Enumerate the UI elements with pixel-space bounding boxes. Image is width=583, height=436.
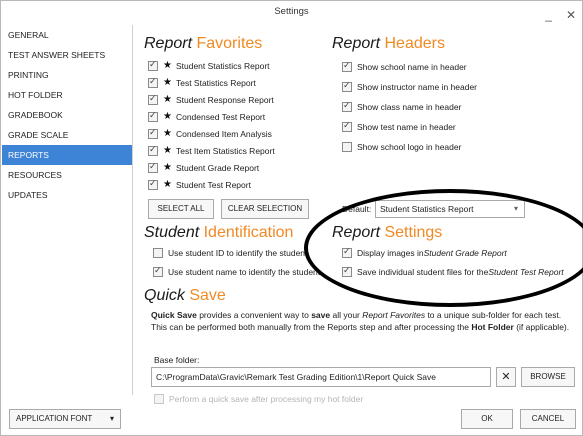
close-button[interactable]: ✕ — [566, 4, 576, 26]
favorite-item[interactable]: ★Test Statistics Report — [148, 74, 256, 91]
header-option[interactable]: Show instructor name in header — [342, 78, 477, 95]
base-folder-input[interactable]: C:\ProgramData\Gravic\Remark Test Gradin… — [151, 367, 491, 387]
cancel-button[interactable]: CANCEL — [520, 409, 576, 429]
sidebar-item-grade-scale[interactable]: GRADE SCALE — [2, 125, 132, 145]
header-option[interactable]: Show school logo in header — [342, 138, 461, 155]
favorite-item[interactable]: ★Condensed Item Analysis — [148, 125, 272, 142]
auto-quick-save-checkbox[interactable] — [154, 393, 164, 404]
auto-quick-save-option[interactable]: Perform a quick save after processing my… — [154, 390, 363, 407]
report-favorites-title: Report Favorites — [144, 35, 263, 52]
base-folder-label: Base folder: — [154, 355, 200, 365]
minimize-button[interactable]: _ — [545, 4, 552, 26]
favorite-item[interactable]: ★Test Item Statistics Report — [148, 142, 275, 159]
student-name-option[interactable]: Use student name to identify the student — [153, 263, 320, 280]
sidebar-item-printing[interactable]: PRINTING — [2, 65, 132, 85]
favorite-item[interactable]: ★Student Grade Report — [148, 159, 259, 176]
favorite-checkbox[interactable] — [148, 127, 158, 139]
student-identification-title: Student Identification — [144, 224, 294, 241]
ok-button[interactable]: OK — [461, 409, 513, 429]
sidebar-item-resources[interactable]: RESOURCES — [2, 165, 132, 185]
quick-save-title: Quick Save — [144, 287, 226, 304]
header-option[interactable]: Show test name in header — [342, 118, 456, 135]
sidebar-item-general[interactable]: GENERAL — [2, 25, 132, 45]
select-all-button[interactable]: SELECT ALL — [148, 199, 214, 219]
student-id-option[interactable]: Use student ID to identify the student — [153, 244, 307, 261]
quick-save-description: Quick Save provides a convenient way to … — [151, 310, 570, 332]
header-checkbox[interactable] — [342, 141, 352, 152]
browse-button[interactable]: BROWSE — [521, 367, 575, 387]
student-name-checkbox[interactable] — [153, 265, 163, 277]
settings-window: Settings _ ✕ GENERAL TEST ANSWER SHEETS … — [0, 0, 583, 436]
favorite-item[interactable]: ★Condensed Test Report — [148, 108, 265, 125]
sidebar-item-updates[interactable]: UPDATES — [2, 185, 132, 205]
sidebar-item-reports[interactable]: REPORTS — [2, 145, 132, 165]
favorite-item[interactable]: ★Student Statistics Report — [148, 57, 270, 74]
favorite-checkbox[interactable] — [148, 110, 158, 122]
favorite-checkbox[interactable] — [148, 178, 158, 190]
highlight-ellipse — [304, 189, 583, 307]
sidebar-item-hot-folder[interactable]: HOT FOLDER — [2, 85, 132, 105]
sidebar-nav: GENERAL TEST ANSWER SHEETS PRINTING HOT … — [2, 25, 133, 395]
report-headers-title: Report Headers — [332, 35, 445, 52]
favorite-checkbox[interactable] — [148, 76, 158, 88]
star-icon: ★ — [163, 179, 172, 190]
star-icon: ★ — [163, 111, 172, 122]
favorite-checkbox[interactable] — [148, 93, 158, 105]
favorite-checkbox[interactable] — [148, 144, 158, 156]
chevron-down-icon: ▾ — [109, 414, 114, 423]
star-icon: ★ — [163, 94, 172, 105]
header-checkbox[interactable] — [342, 120, 352, 132]
favorite-item[interactable]: ★Student Response Report — [148, 91, 274, 108]
star-icon: ★ — [163, 77, 172, 88]
star-icon: ★ — [163, 162, 172, 173]
header-checkbox[interactable] — [342, 100, 352, 112]
clear-selection-button[interactable]: CLEAR SELECTION — [221, 199, 309, 219]
clear-folder-button[interactable]: ✕ — [496, 367, 516, 387]
window-title: Settings — [274, 6, 309, 17]
header-checkbox[interactable] — [342, 60, 352, 72]
application-font-button[interactable]: APPLICATION FONT ▾ — [9, 409, 121, 429]
favorite-checkbox[interactable] — [148, 161, 158, 173]
header-checkbox[interactable] — [342, 80, 352, 92]
favorite-item[interactable]: ★Student Test Report — [148, 176, 251, 193]
student-id-checkbox[interactable] — [153, 247, 163, 258]
sidebar-item-gradebook[interactable]: GRADEBOOK — [2, 105, 132, 125]
star-icon: ★ — [163, 145, 172, 156]
star-icon: ★ — [163, 60, 172, 71]
close-icon: ✕ — [501, 371, 511, 383]
header-option[interactable]: Show class name in header — [342, 98, 461, 115]
header-option[interactable]: Show school name in header — [342, 58, 467, 75]
favorite-checkbox[interactable] — [148, 59, 158, 71]
star-icon: ★ — [163, 128, 172, 139]
title-bar: Settings _ ✕ — [1, 1, 582, 23]
sidebar-item-test-answer-sheets[interactable]: TEST ANSWER SHEETS — [2, 45, 132, 65]
